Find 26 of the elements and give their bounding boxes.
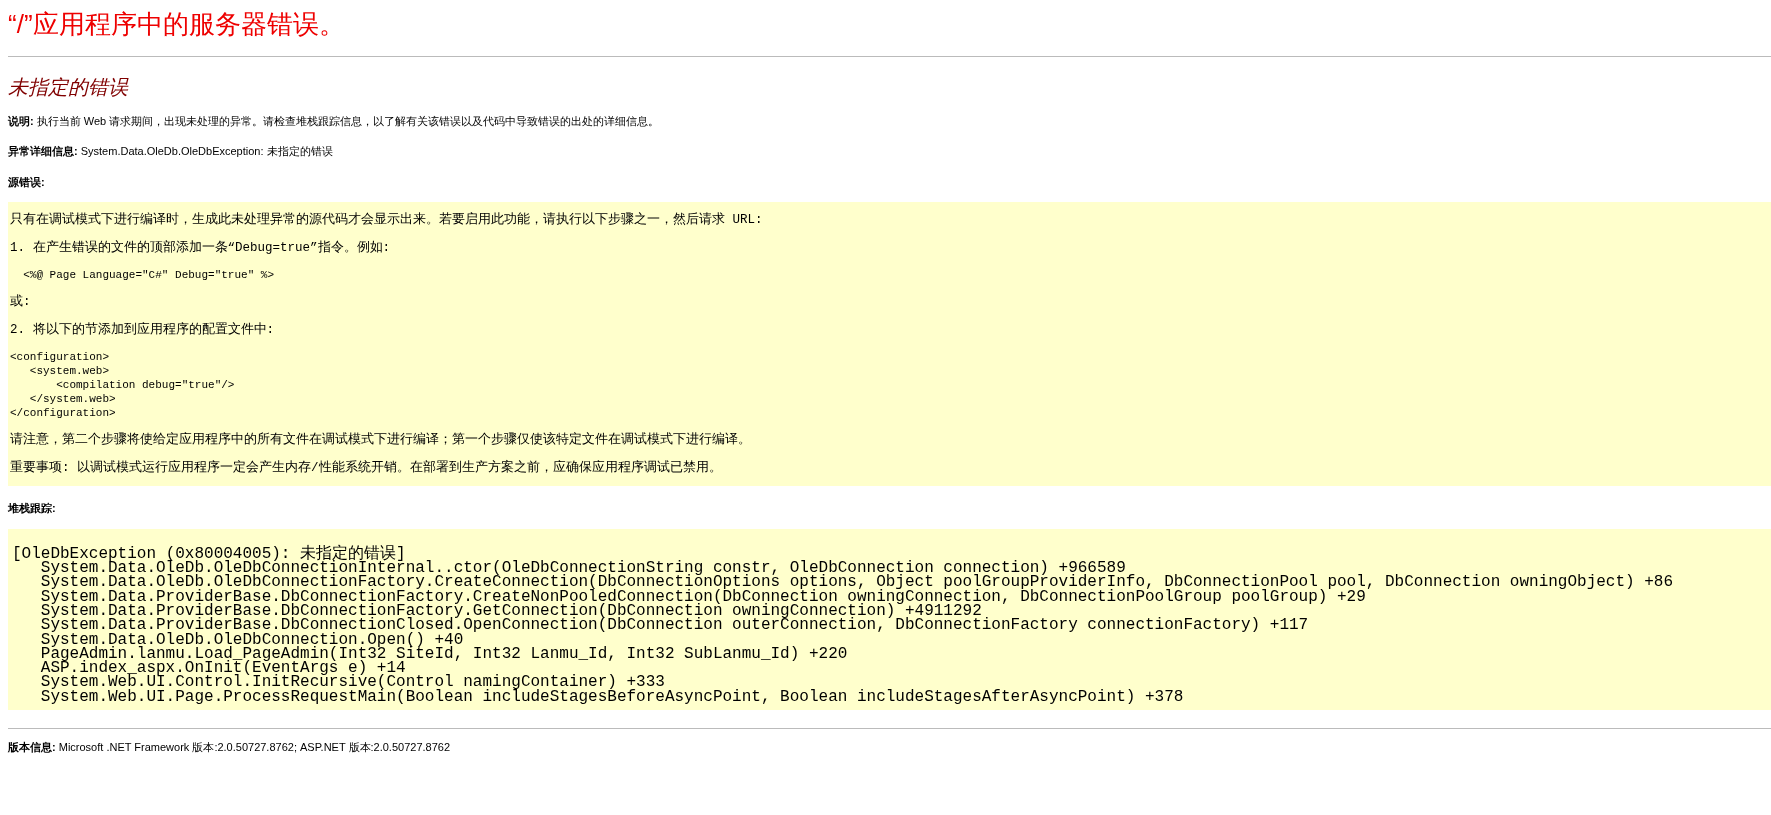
code-line: <system.web> xyxy=(28,364,110,379)
code-line: </configuration> xyxy=(10,406,116,421)
stack-frame: System.Data.OleDb.OleDbConnection.Open() +40 xyxy=(12,632,464,647)
code-line: <configuration> xyxy=(10,350,110,365)
stack-frame: System.Web.UI.Control.InitRecursive(Control namingContainer) +333 xyxy=(12,675,665,690)
instruction-text: 重要事项: 以调试模式运行应用程序一定会产生内存/性能系统开销。在部署到生产方案之前，应确保应用程序调试已禁用。 xyxy=(10,459,723,478)
instruction-text: 1. 在产生错误的文件的顶部添加一条“Debug=true”指令。例如: xyxy=(10,239,392,258)
info-paragraph: 说明: 执行当前 Web 请求期间，出现未处理的异常。请检查堆栈跟踪信息，以了解有关该错误以及代码中导致错误的出处的详细信息。 xyxy=(8,113,661,129)
page-title: “/”应用程序中的服务器错误。 xyxy=(8,8,346,41)
code-line: <compilation debug="true"/> xyxy=(55,378,235,393)
info-paragraph: 异常详细信息: System.Data.OleDb.OleDbException: 未指定的错误 xyxy=(8,144,334,160)
code-line: </system.web> xyxy=(28,392,116,407)
code-line: <%@ Page Language="C#" Debug="true" %> xyxy=(22,268,275,283)
stack-frame: System.Data.OleDb.OleDbConnectionFactory.CreateConnection(DbConnectionOptions options, Object poolGroupProviderInfo, DbConnectionPool pool, DbConnection owningObject) +86 xyxy=(12,575,1674,590)
instruction-text: 请注意，第二个步骤将使给定应用程序中的所有文件在调试模式下进行编译；第一个步骤仅使该特定文件在调试模式下进行编译。 xyxy=(10,431,752,450)
section-heading: 堆栈跟踪: xyxy=(8,501,57,517)
stack-frame: System.Data.ProviderBase.DbConnectionFactory.CreateNonPooledConnection(DbConnection owningConnection, DbConnectionPoolGroup poolGroup) +29 xyxy=(12,589,1366,604)
stack-frame: PageAdmin.lanmu.Load_PageAdmin(Int32 SiteId, Int32 Lanmu_Id, Int32 SubLanmu_Id) +220 xyxy=(12,646,848,662)
section-heading: 源错误: xyxy=(8,174,46,190)
error-subtitle: 未指定的错误 xyxy=(8,74,130,99)
version-info: 版本信息: Microsoft .NET Framework 版本:2.0.50727.8762; ASP.NET 版本:2.0.50727.8762 xyxy=(8,740,452,756)
instruction-text: 只有在调试模式下进行编译时，生成此未处理异常的源代码才会显示出来。若要启用此功能，请执行以下步骤之一，然后请求 URL: xyxy=(10,211,764,230)
instruction-text: 或: xyxy=(10,293,32,312)
stack-frame: System.Data.ProviderBase.DbConnectionClosed.OpenConnection(DbConnection outerConnection, DbConnectionFactory connectionFactory) +117 xyxy=(12,618,1309,633)
instruction-text: 2. 将以下的节添加到应用程序的配置文件中: xyxy=(10,321,275,340)
stack-frame: System.Web.UI.Page.ProcessRequestMain(Boolean includeStagesBeforeAsyncPoint, Boolean includeStagesAfterAsyncPoint) +378 xyxy=(12,689,1184,705)
